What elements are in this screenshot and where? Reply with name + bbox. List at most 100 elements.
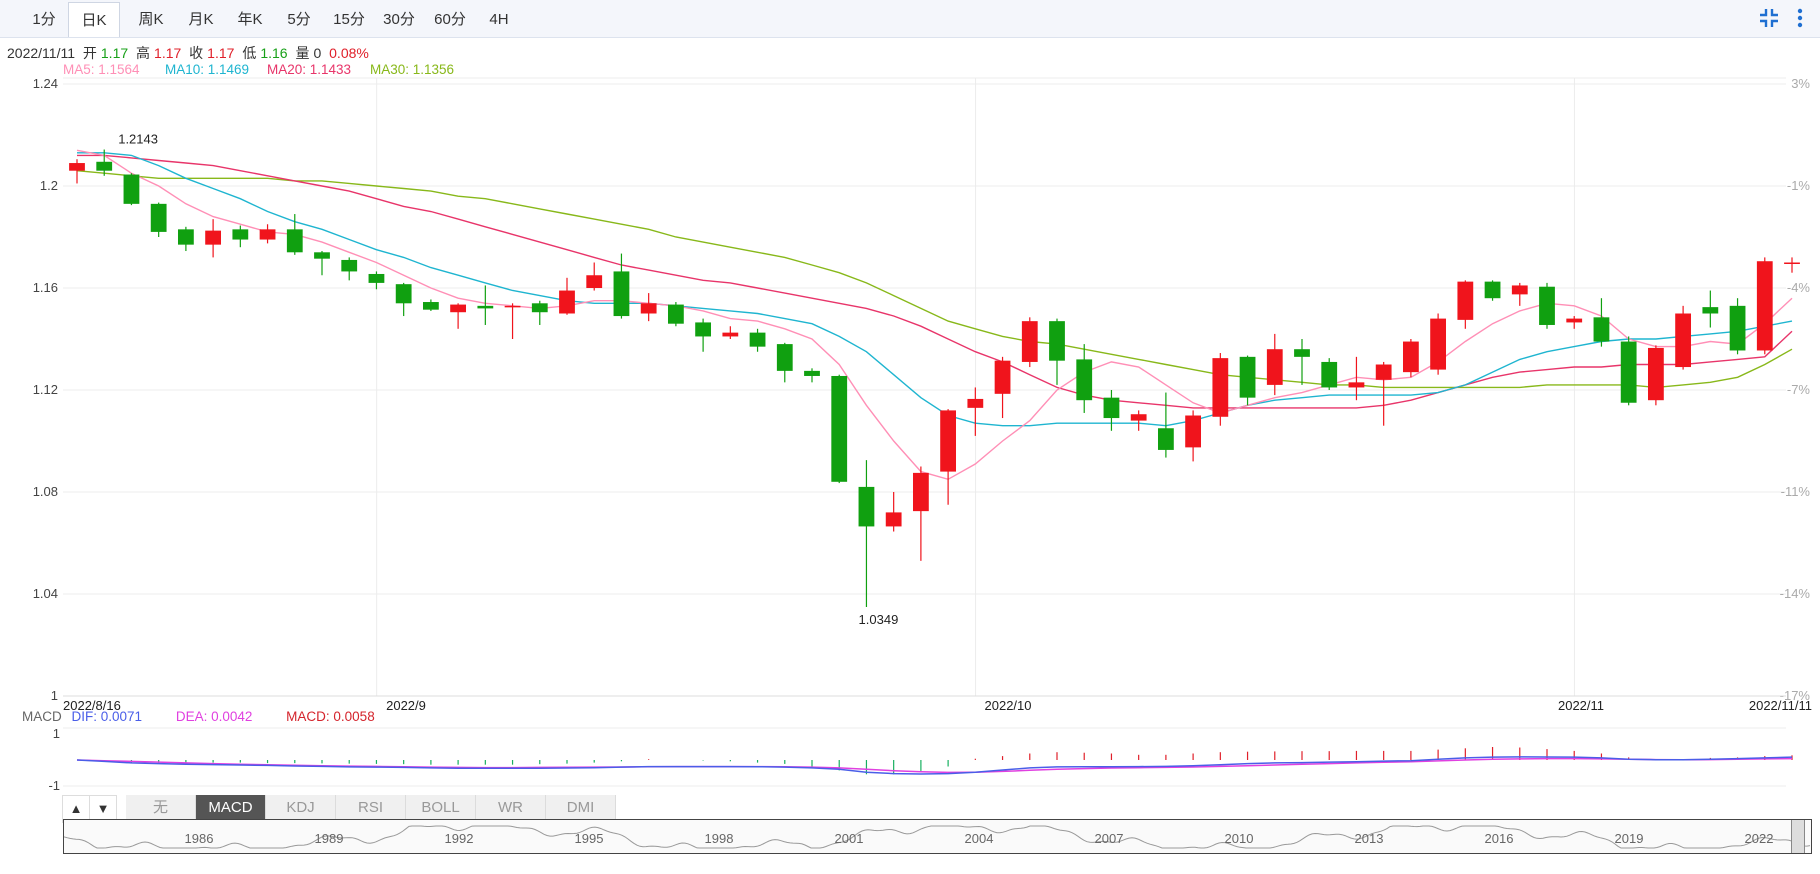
candle-body: [667, 304, 684, 324]
indicator-2[interactable]: KDJ: [266, 795, 336, 821]
ma5-line: [76, 149, 1793, 481]
candle-body: [1103, 397, 1120, 419]
tab-0[interactable]: 1分: [28, 2, 60, 36]
candle-body: [1375, 364, 1392, 380]
dea-legend: DEA: 0.0042: [175, 709, 253, 724]
range-navigator[interactable]: 1986 1989 1992 1995 1998 2001 2004 2007 2010 2013…: [63, 819, 1812, 854]
ma20-legend: MA20: 1.1433: [267, 62, 352, 77]
candle-body: [1784, 262, 1800, 264]
candle-body: [177, 229, 194, 245]
candle-body: [1212, 358, 1229, 417]
macd-y-tick: -1: [48, 778, 60, 793]
tab-2[interactable]: 周K: [131, 2, 171, 36]
candle-body: [1457, 281, 1474, 320]
macd-value-legend: MACD: 0.0058: [286, 709, 375, 724]
candle-body: [1049, 321, 1065, 361]
tab-8[interactable]: 60分: [430, 2, 470, 36]
tab-5[interactable]: 5分: [281, 2, 317, 36]
ma30-line: [76, 170, 1793, 389]
candle-body: [1185, 415, 1202, 448]
candle-body: [1294, 349, 1310, 357]
candle-body: [1076, 359, 1093, 401]
close-label: 收: [189, 45, 204, 61]
tab-3[interactable]: 月K: [181, 2, 221, 36]
indicator-0[interactable]: 无: [126, 795, 196, 821]
collapse-icon[interactable]: [1758, 7, 1780, 35]
indicator-3[interactable]: RSI: [336, 795, 406, 821]
candle-body: [1729, 305, 1746, 351]
candle-body: [286, 229, 303, 253]
candle-body: [1157, 428, 1174, 450]
candle-body: [1239, 356, 1256, 398]
candle-body: [586, 275, 603, 288]
period-tab-bar: 1分 日K 周K 月K 年K 5分 15分 30分 60分 4H: [0, 0, 1820, 38]
high-value: 1.17: [154, 45, 182, 61]
candle-body: [640, 303, 657, 314]
tab-6[interactable]: 15分: [329, 2, 369, 36]
indicator-4[interactable]: BOLL: [406, 795, 476, 821]
y-tick-label: 1.08: [33, 484, 58, 499]
candle-body: [1620, 341, 1637, 403]
open-label: 开: [82, 45, 97, 61]
candle-body: [885, 512, 902, 527]
candle-body: [96, 161, 113, 171]
indicator-1[interactable]: MACD: [196, 795, 266, 821]
tab-1[interactable]: 日K: [68, 2, 120, 37]
volume-value: 0: [313, 45, 322, 61]
ma30-legend: MA30: 1.1356: [370, 62, 455, 77]
candle-body: [1756, 261, 1773, 351]
close-value: 1.17: [207, 45, 235, 61]
x-tick-label: 2022/9: [386, 698, 426, 713]
candle-body: [831, 375, 848, 482]
tab-4[interactable]: 年K: [230, 2, 270, 36]
candle-body: [477, 305, 494, 309]
x-tick-label: 2022/10: [985, 698, 1032, 713]
indicator-6[interactable]: DMI: [546, 795, 616, 821]
ma20-line: [77, 154, 1793, 409]
indicator-5[interactable]: WR: [476, 795, 546, 821]
navigator-year-label: 2016: [1485, 831, 1514, 846]
candle-body: [858, 486, 875, 527]
candle-body: [559, 290, 575, 314]
candle-body: [1021, 321, 1038, 362]
dea-line: [76, 757, 1793, 774]
navigator-year-label: 1986: [185, 831, 214, 846]
candle-body: [450, 304, 467, 313]
candle-body: [967, 398, 984, 408]
pct-tick-label: -14%: [1780, 586, 1811, 601]
volume-label: 量: [295, 45, 310, 61]
candle-body: [940, 410, 957, 472]
y-tick-label: 1.04: [33, 586, 58, 601]
navigator-year-label: 2001: [835, 831, 864, 846]
candle-body: [259, 229, 276, 240]
navigator-year-label: 2022: [1745, 831, 1774, 846]
dif-legend: DIF: 0.0071: [71, 709, 143, 724]
y-tick-label: 1.12: [33, 382, 58, 397]
x-tick-label: 2022/11/11: [1749, 698, 1812, 713]
candle-body: [422, 302, 439, 310]
candle-body: [749, 332, 766, 347]
candle-body: [395, 284, 412, 304]
navigator-year-label: 1998: [705, 831, 734, 846]
y-tick-label: 1.24: [33, 76, 58, 91]
candle-body: [1593, 317, 1610, 342]
tab-9[interactable]: 4H: [483, 2, 515, 36]
candle-body: [722, 332, 739, 337]
candle-body: [1566, 318, 1583, 323]
kline-chart[interactable]: 1.24 1.2 1.16 1.12 1.08 1.04 1 3% -1% -4% -7% -11% -…: [0, 0, 1820, 874]
pct-tick-label: -17%: [1780, 688, 1811, 703]
dif-line: [76, 756, 1793, 775]
candle-body: [776, 344, 793, 371]
high-label: 高: [136, 45, 151, 61]
y-tick-label: 1: [51, 688, 58, 703]
navigator-year-label: 2004: [965, 831, 994, 846]
ma5-legend: MA5: 1.1564: [63, 62, 140, 77]
candle-body: [1511, 285, 1528, 295]
candle-body: [1130, 414, 1147, 421]
tab-7[interactable]: 30分: [379, 2, 419, 36]
candle-body: [912, 472, 929, 512]
navigator-handle[interactable]: [1791, 820, 1805, 853]
quote-summary: 2022/11/11 开 1.17 高 1.17 收 1.17 低 1.16 量0 0.…: [7, 43, 373, 63]
more-vert-icon[interactable]: [1796, 7, 1804, 35]
candle-body: [1702, 307, 1719, 314]
